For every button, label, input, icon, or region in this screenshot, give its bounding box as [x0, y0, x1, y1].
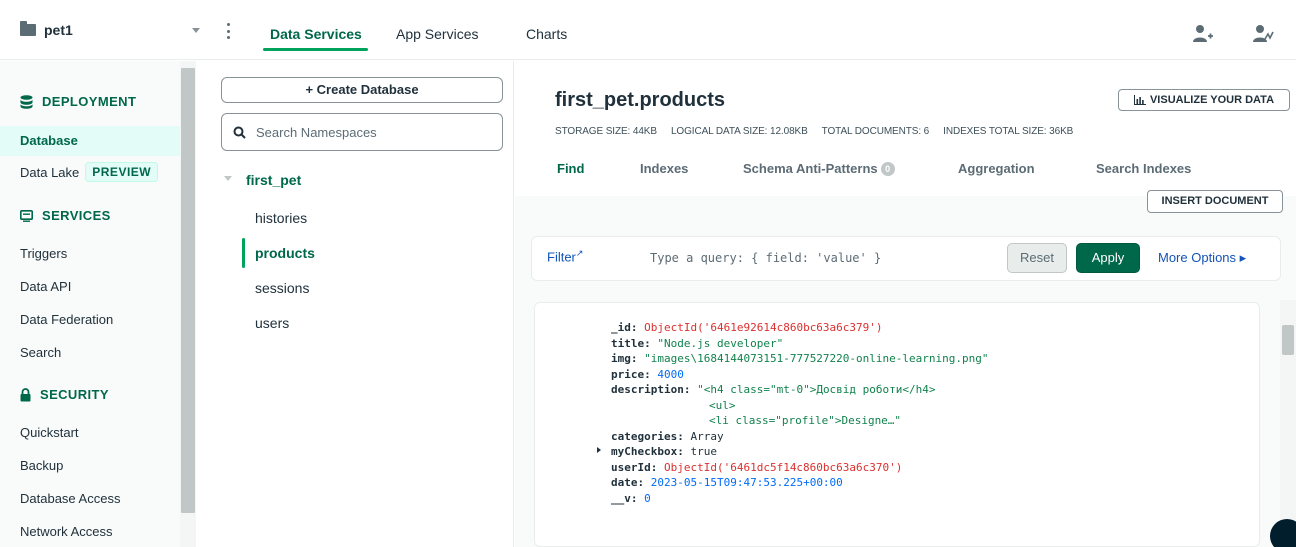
chevron-down-icon[interactable] [224, 176, 232, 181]
collection-histories[interactable]: histories [255, 210, 307, 226]
database-icon [20, 94, 33, 109]
tab-indexes[interactable]: Indexes [640, 161, 688, 176]
expand-arrow-icon[interactable] [597, 447, 601, 453]
field-v: __v: 0 [611, 491, 651, 505]
field-description-line3: <li class="profile">Designe…" [709, 414, 902, 427]
chevron-down-icon[interactable] [192, 28, 200, 33]
filter-link[interactable]: Filter↗ [547, 248, 583, 264]
page-title: first_pet.products [555, 89, 726, 111]
field-title: title: "Node.js developer" [611, 336, 784, 350]
field-categories[interactable]: categories: Array [611, 429, 989, 445]
field-date: date: 2023-05-15T09:47:53.225+00:00 [611, 476, 843, 489]
section-deployment: DEPLOYMENT [20, 94, 136, 109]
lock-icon [20, 387, 31, 401]
tab-schema-anti-patterns[interactable]: Schema Anti-Patterns 0 [743, 161, 895, 176]
anti-patterns-count-badge: 0 [880, 162, 895, 176]
external-link-icon: ↗ [575, 248, 584, 258]
bar-chart-icon [1133, 95, 1146, 105]
database-first-pet[interactable]: first_pet [246, 172, 301, 188]
preview-badge: PREVIEW [85, 162, 159, 182]
nav-item-database-access[interactable]: Database Access [20, 491, 120, 506]
more-options-link[interactable]: More Options ▸ [1158, 250, 1246, 266]
field-mycheckbox: myCheckbox: true [611, 445, 717, 458]
collection-users[interactable]: users [255, 315, 289, 331]
visualize-data-label: VISUALIZE YOUR DATA [1149, 94, 1275, 106]
query-input[interactable] [650, 248, 990, 268]
more-menu-icon[interactable] [226, 23, 230, 39]
total-documents: TOTAL DOCUMENTS: 6 [821, 126, 930, 137]
reset-button[interactable]: Reset [1007, 243, 1067, 273]
field-price: price: 4000 [611, 367, 684, 381]
nav-item-data-lake[interactable]: Data Lake PREVIEW [20, 162, 159, 182]
field-id: _id: ObjectId('6461e92614c860bc63a6c379'… [611, 321, 883, 334]
tab-charts[interactable]: Charts [526, 26, 567, 42]
main-scrollbar-thumb[interactable] [1282, 325, 1294, 355]
nav-item-data-lake-label: Data Lake [20, 164, 80, 180]
search-icon [233, 126, 246, 139]
invite-user-icon[interactable] [1192, 24, 1214, 44]
nav-item-search[interactable]: Search [20, 345, 61, 360]
project-selector[interactable]: pet1 [20, 20, 73, 40]
collection-products[interactable]: products [255, 245, 315, 261]
tab-aggregation[interactable]: Aggregation [958, 161, 1035, 176]
nav-item-backup[interactable]: Backup [20, 458, 63, 473]
tab-data-services[interactable]: Data Services [270, 26, 362, 42]
nav-item-network-access[interactable]: Network Access [20, 524, 112, 539]
nav-item-data-api[interactable]: Data API [20, 279, 71, 294]
nav-item-quickstart[interactable]: Quickstart [20, 425, 79, 440]
active-collection-indicator [242, 238, 245, 268]
active-tab-underline [263, 48, 368, 51]
tab-find[interactable]: Find [557, 161, 584, 176]
section-security: SECURITY [20, 387, 109, 402]
storage-size: STORAGE SIZE: 44KB [555, 126, 657, 137]
nav-item-database[interactable]: Database [20, 133, 78, 148]
namespace-search[interactable] [221, 113, 503, 151]
top-bar: pet1 Data Services App Services Charts [0, 0, 1296, 60]
field-userid: userId: ObjectId('6461dc5f14c860bc63a6c3… [611, 460, 903, 474]
nav-scrollbar-thumb[interactable] [181, 68, 195, 513]
folder-icon [20, 21, 36, 36]
field-description-line2: <ul> [709, 398, 736, 412]
services-icon [20, 209, 33, 222]
nav-item-triggers[interactable]: Triggers [20, 246, 67, 261]
field-description: description: "<h4 class="mt-0">Досвід ро… [611, 383, 936, 396]
section-services-title: SERVICES [42, 208, 111, 223]
tab-schema-anti-patterns-label: Schema Anti-Patterns [743, 161, 878, 176]
search-namespaces-input[interactable] [256, 124, 476, 140]
project-name: pet1 [44, 22, 73, 38]
chat-support-icon[interactable] [1270, 519, 1296, 547]
tab-app-services[interactable]: App Services [396, 26, 478, 42]
nav-item-data-federation[interactable]: Data Federation [20, 312, 113, 327]
logical-data-size: LOGICAL DATA SIZE: 12.08KB [670, 126, 808, 137]
apply-button[interactable]: Apply [1076, 243, 1140, 273]
collection-stats: STORAGE SIZE: 44KB LOGICAL DATA SIZE: 12… [555, 126, 1073, 137]
field-img: img: "images\1684144073151-777527220-onl… [611, 352, 989, 365]
filter-label: Filter [547, 249, 576, 265]
visualize-data-button[interactable]: VISUALIZE YOUR DATA [1118, 89, 1290, 111]
document-fields: _id: ObjectId('6461e92614c860bc63a6c379'… [611, 320, 989, 506]
user-activity-icon[interactable] [1252, 24, 1274, 44]
indexes-total-size: INDEXES TOTAL SIZE: 36KB [943, 126, 1074, 137]
section-security-title: SECURITY [40, 387, 109, 402]
section-deployment-title: DEPLOYMENT [42, 94, 137, 109]
tab-search-indexes[interactable]: Search Indexes [1096, 161, 1191, 176]
insert-document-button[interactable]: INSERT DOCUMENT [1147, 190, 1283, 213]
section-services: SERVICES [20, 208, 111, 223]
create-database-button[interactable]: + Create Database [221, 77, 503, 103]
collection-sessions[interactable]: sessions [255, 280, 309, 296]
